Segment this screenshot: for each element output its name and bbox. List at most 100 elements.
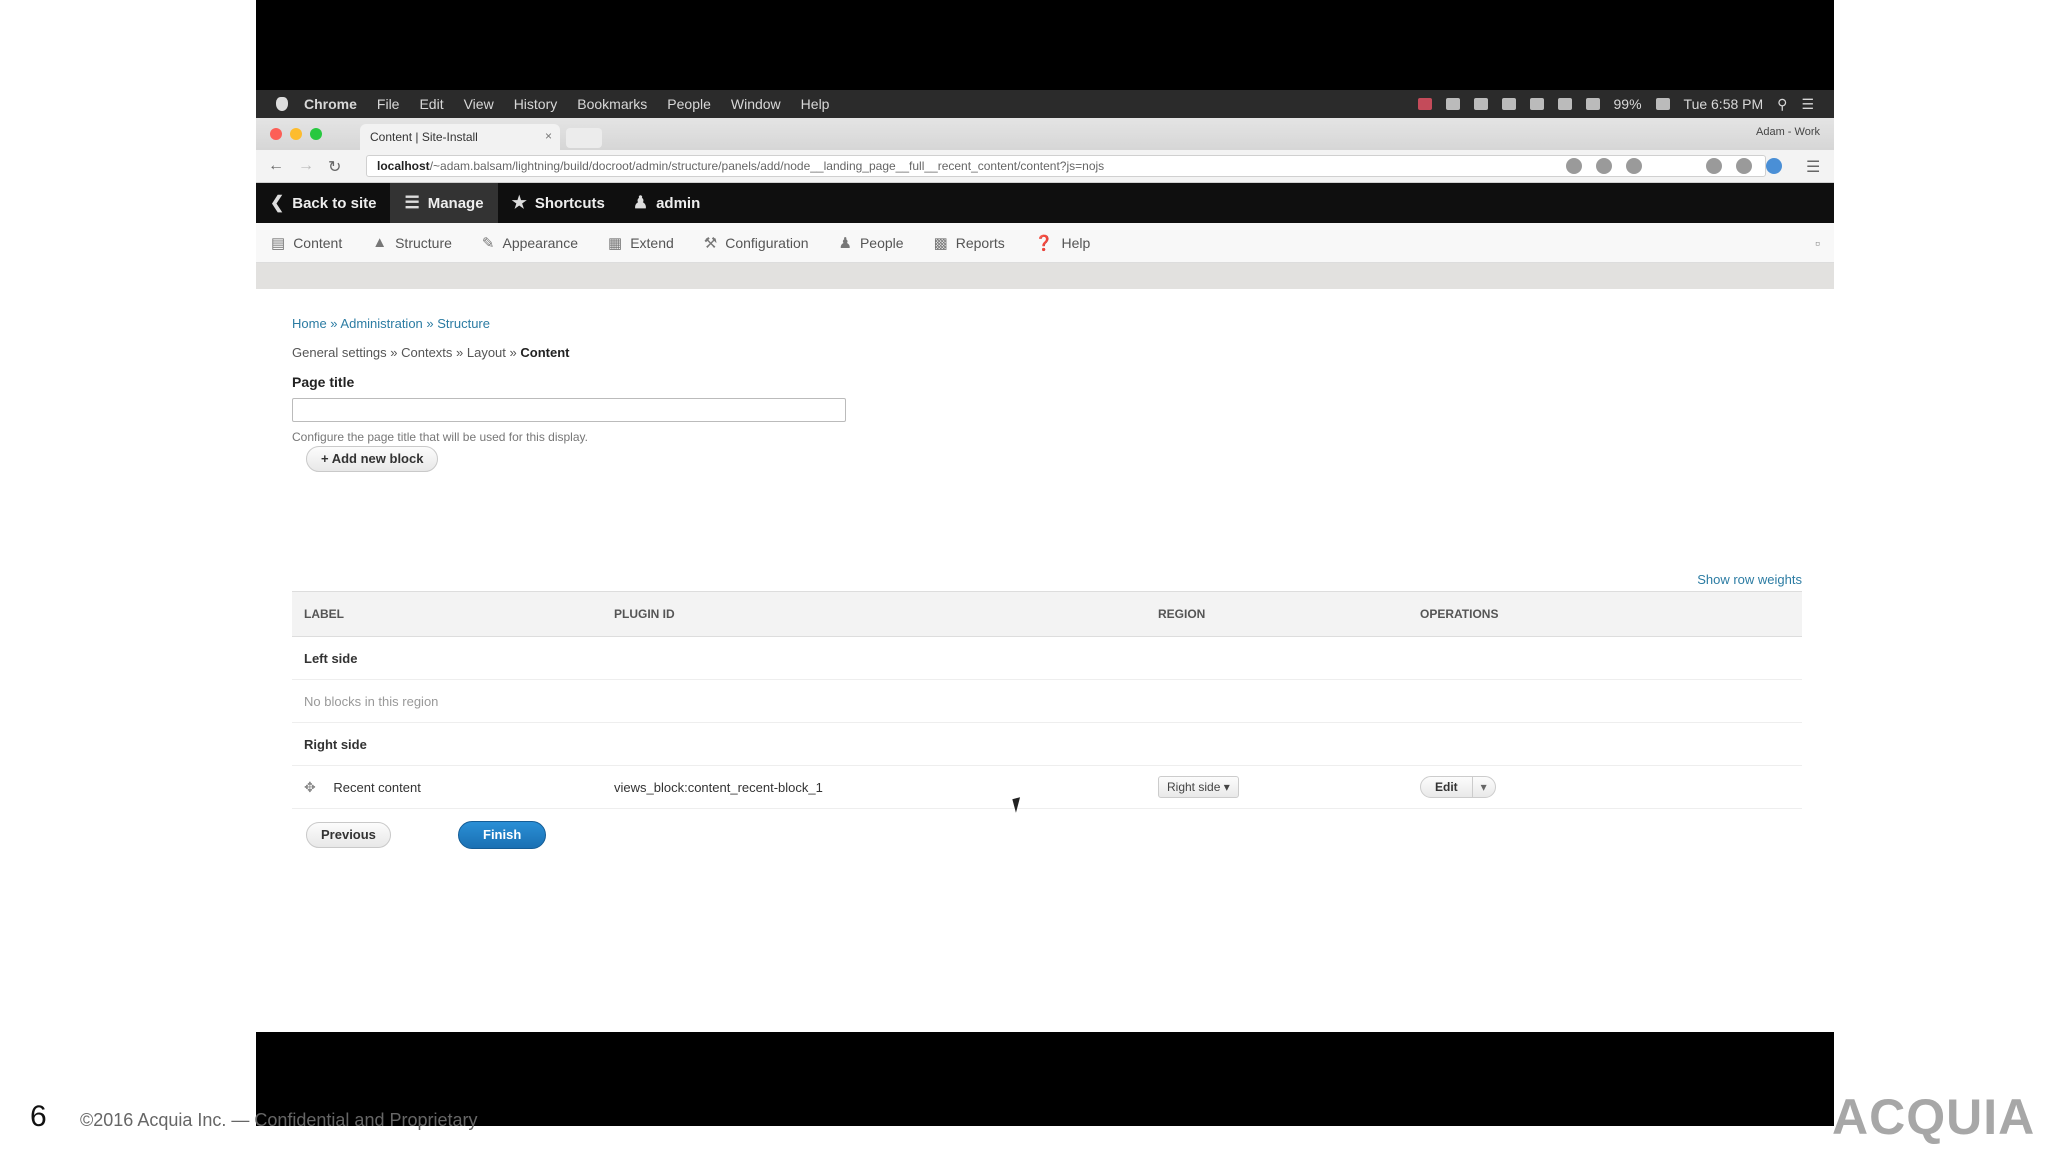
menu-history[interactable]: History (514, 96, 558, 112)
forward-arrow-icon[interactable]: → (298, 157, 314, 175)
sync-icon[interactable] (1766, 158, 1782, 174)
close-window-icon[interactable] (270, 128, 282, 140)
block-label-cell: ✥ Recent content (292, 765, 602, 809)
breadcrumb[interactable]: Home » Administration » Structure (292, 316, 490, 331)
toolbar-label: Back to site (292, 194, 377, 212)
menu-edit[interactable]: Edit (419, 96, 443, 112)
menu-people[interactable]: People (667, 96, 711, 112)
dropbutton-toggle-icon[interactable]: ▾ (1471, 777, 1495, 797)
wifi-icon[interactable] (1585, 98, 1600, 110)
drag-handle-icon[interactable]: ✥ (304, 779, 316, 796)
edit-button[interactable]: Edit (1421, 777, 1472, 797)
back-arrow-icon[interactable]: ← (268, 157, 284, 175)
notification-icon[interactable]: ☰ (1801, 96, 1814, 113)
page-title-label: Page title (292, 374, 355, 390)
region-row-right: Right side (292, 722, 1802, 766)
toolbar-user[interactable]: ♟ admin (619, 183, 714, 223)
chat-icon[interactable] (1501, 98, 1516, 110)
col-region: REGION (1146, 591, 1408, 637)
menu-window[interactable]: Window (731, 96, 781, 112)
menu-file[interactable]: File (377, 96, 400, 112)
minimize-window-icon[interactable] (290, 128, 302, 140)
browser-tab[interactable]: Content | Site-Install × (360, 124, 560, 150)
extension-icon[interactable] (1596, 158, 1612, 174)
wrench-icon: ⚒ (703, 234, 718, 252)
toolbar-label: Shortcuts (534, 194, 605, 212)
maximize-window-icon[interactable] (310, 128, 322, 140)
tray-item-reports[interactable]: ▩ Reports (919, 234, 1020, 252)
add-new-block-button[interactable]: + Add new block (306, 446, 439, 472)
tray-label: Appearance (502, 234, 578, 251)
tray-item-help[interactable]: ❓ Help (1020, 234, 1105, 252)
dropbox-icon[interactable] (1473, 98, 1488, 110)
clock[interactable]: Tue 6:58 PM (1684, 96, 1764, 112)
reload-icon[interactable]: ↻ (328, 157, 341, 177)
user-icon: ♟ (632, 193, 649, 212)
menu-bookmarks[interactable]: Bookmarks (577, 96, 647, 112)
col-label: LABEL (292, 591, 602, 637)
tray-label: People (859, 234, 904, 251)
region-title: Left side (292, 636, 1802, 680)
empty-region-row: No blocks in this region (292, 679, 1802, 723)
region-row-left: Left side (292, 636, 1802, 680)
tray-item-extend[interactable]: ▦ Extend (593, 234, 689, 252)
display-icon[interactable] (1529, 98, 1544, 110)
menu-view[interactable]: View (464, 96, 494, 112)
page-title-input[interactable] (292, 398, 846, 422)
status-icon[interactable] (1445, 98, 1460, 110)
previous-button[interactable]: Previous (306, 822, 391, 848)
profile-name[interactable]: Adam - Work (1756, 126, 1820, 138)
tray-item-people[interactable]: ♟ People (824, 234, 919, 252)
finish-button[interactable]: Finish (458, 821, 547, 849)
new-tab-button[interactable] (566, 128, 602, 148)
tray-label: Reports (955, 234, 1005, 251)
tab-title: Content | Site-Install (370, 130, 478, 144)
col-operations: OPERATIONS (1408, 591, 1802, 637)
menu-help[interactable]: Help (801, 96, 830, 112)
tray-item-appearance[interactable]: ✎ Appearance (467, 234, 593, 252)
chrome-menu-icon[interactable]: ☰ (1806, 157, 1820, 177)
extension-icon[interactable] (1706, 158, 1722, 174)
tray-item-structure[interactable]: ▲ Structure (357, 234, 467, 251)
operations-dropbutton: Edit ▾ (1420, 776, 1496, 798)
url-input[interactable]: localhost/~adam.balsam/lightning/build/d… (366, 155, 1766, 177)
toolbar-manage[interactable]: ☰ Manage (390, 183, 498, 223)
toolbar-back-to-site[interactable]: ❮ Back to site (256, 183, 390, 223)
brush-icon: ✎ (481, 234, 495, 252)
video-frame: Chrome File Edit View History Bookmarks … (256, 0, 1834, 1126)
back-icon: ❮ (270, 193, 285, 212)
empty-region-message: No blocks in this region (292, 679, 1802, 723)
wizard-steps-prefix[interactable]: General settings » Contexts » Layout » (292, 345, 520, 360)
toolbar-shortcuts[interactable]: ★ Shortcuts (498, 183, 619, 223)
hamburger-icon: ☰ (404, 193, 420, 212)
col-plugin-id: PLUGIN ID (602, 591, 1146, 637)
battery-icon[interactable] (1655, 98, 1670, 110)
plugin-id-cell: views_block:content_recent-block_1 (602, 765, 1146, 809)
operations-cell: Edit ▾ (1408, 765, 1802, 809)
extension-icon[interactable] (1566, 158, 1582, 174)
region-title: Right side (292, 722, 1802, 766)
slide-number: 6 (30, 1100, 47, 1133)
apple-icon[interactable] (276, 97, 288, 111)
extension-icon[interactable] (1736, 158, 1752, 174)
record-icon[interactable] (1417, 98, 1432, 110)
tray-orientation-toggle-icon[interactable]: ▫ (1815, 235, 1820, 251)
tray-item-content[interactable]: ▤ Content (256, 234, 357, 252)
region-select[interactable]: Right side ▾ (1158, 776, 1239, 798)
tray-item-configuration[interactable]: ⚒ Configuration (689, 234, 824, 252)
region-select-value: Right side (1167, 780, 1221, 794)
wizard-steps: General settings » Contexts » Layout » C… (292, 345, 569, 360)
tray-label: Help (1061, 234, 1091, 251)
acquia-logo: ACQUIA (1832, 1089, 2036, 1145)
chart-icon: ▩ (933, 234, 948, 252)
close-tab-icon[interactable]: × (545, 129, 552, 143)
menu-chrome[interactable]: Chrome (304, 96, 357, 112)
bluetooth-icon[interactable] (1557, 98, 1572, 110)
tray-label: Configuration (725, 234, 809, 251)
drupal-toolbar: ❮ Back to site ☰ Manage ★ Shortcuts ♟ ad… (256, 183, 1834, 223)
spotlight-icon[interactable]: ⚲ (1777, 96, 1787, 113)
tray-label: Structure (395, 234, 452, 251)
extension-icon[interactable] (1626, 158, 1642, 174)
show-row-weights-link[interactable]: Show row weights (1697, 572, 1802, 587)
url-host: localhost (377, 159, 430, 173)
